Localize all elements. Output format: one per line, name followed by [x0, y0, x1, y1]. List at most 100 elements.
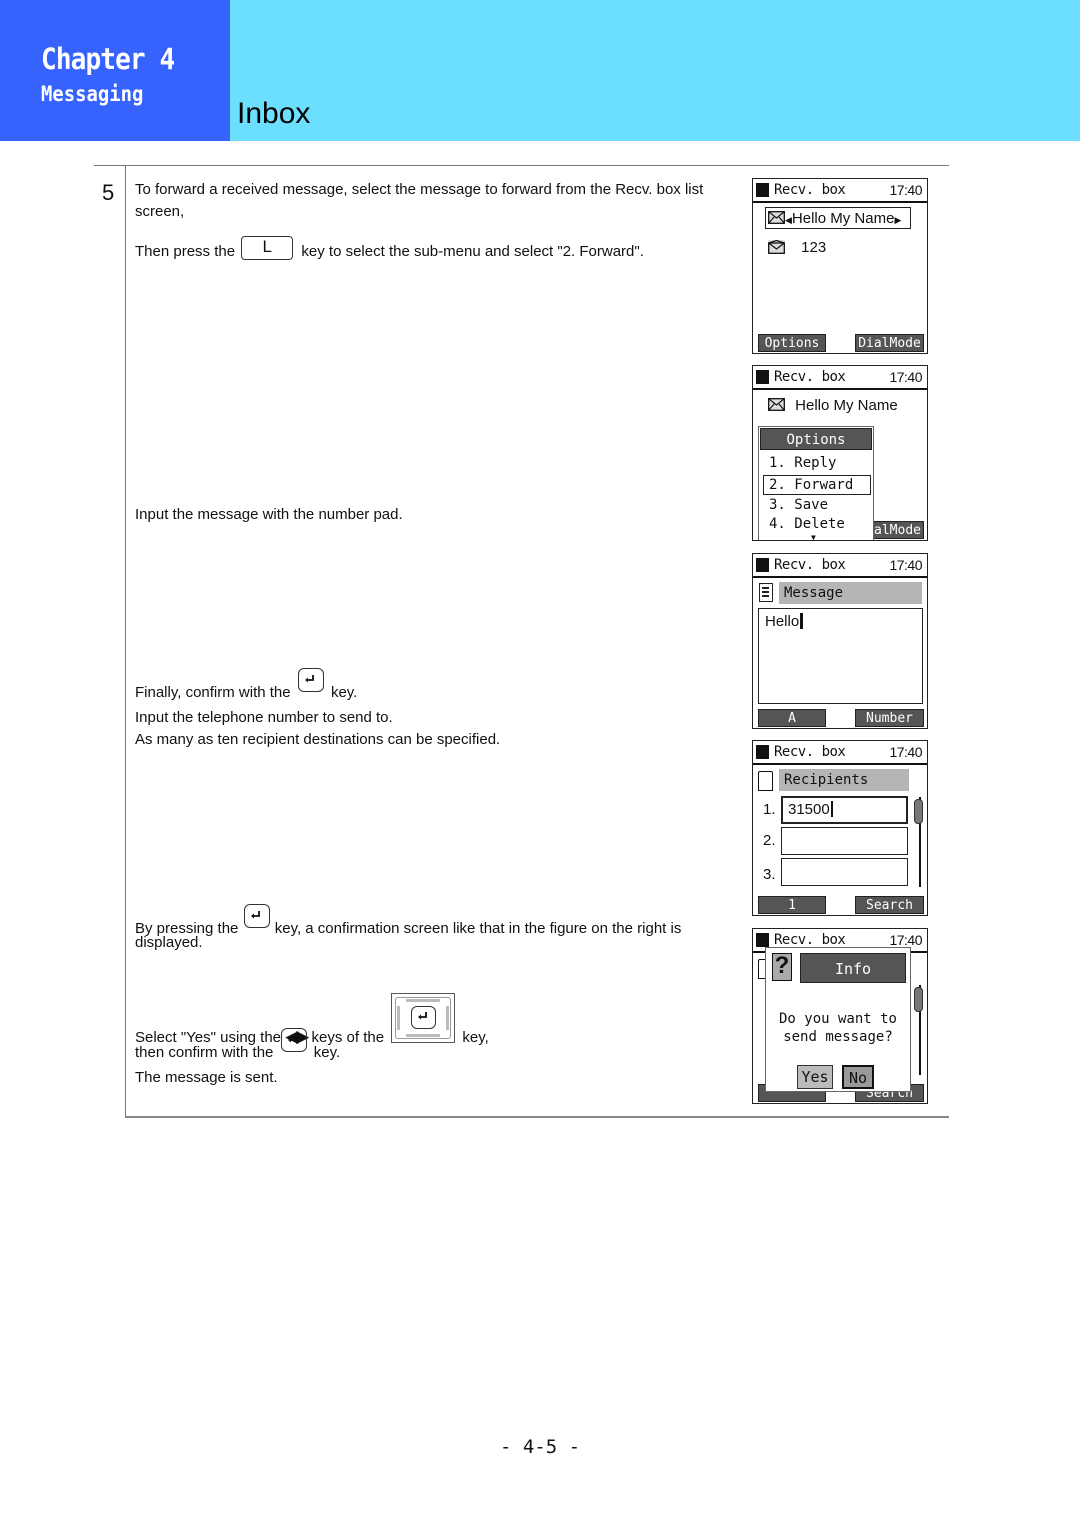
screen-time: 17:40 [889, 932, 922, 948]
document-icon [759, 583, 773, 602]
instruction-submenu: Then press the L key to select the sub-m… [135, 236, 644, 266]
instruction-sent: The message is sent. [135, 1069, 278, 1086]
softkey-count[interactable]: 1 [758, 896, 826, 914]
softkey-number[interactable]: Number [855, 709, 924, 727]
screen-title-bar: Recv. box 17:40 [753, 554, 927, 578]
dialog-message-line1: Do you want to [778, 1011, 897, 1027]
table-divider [125, 166, 126, 1117]
enter-key-icon [243, 904, 270, 928]
text-fragment: Finally, confirm with the [135, 684, 291, 701]
screen-time: 17:40 [889, 744, 922, 760]
screen-title-bar: Recv. box 17:40 [753, 179, 927, 203]
text-fragment: then confirm with the [135, 1044, 274, 1061]
options-menu: Options 1. Reply 2. Forward 3. Save 4. D… [758, 426, 874, 540]
screen-title: Recv. box [774, 932, 846, 948]
scrollbar-thumb[interactable] [914, 987, 923, 1012]
screen-title-bar: Recv. box 17:40 [753, 741, 927, 765]
scrollbar-thumb[interactable] [914, 799, 923, 824]
table-bottom-rule [125, 1116, 949, 1118]
menu-item-delete[interactable]: 4. Delete [769, 516, 845, 532]
menu-item-save[interactable]: 3. Save [769, 497, 828, 513]
envelope-icon [768, 211, 785, 224]
signal-block-icon [756, 183, 769, 197]
navigation-key-icon [391, 993, 456, 1043]
enter-key-icon [280, 1028, 307, 1052]
instruction-confirmation-screen: By pressing the key, a confirmation scre… [135, 904, 682, 940]
softkey-dialmode[interactable]: DialMode [855, 334, 924, 352]
instruction-confirm: Finally, confirm with the key. [135, 668, 358, 704]
section-banner [230, 0, 1080, 141]
message-subject: Hello My Name [795, 397, 898, 414]
softkey-search[interactable]: Search [855, 896, 924, 914]
text-fragment: key. [313, 1044, 341, 1061]
dialog-message-line2: send message? [783, 1029, 893, 1045]
signal-block-icon [756, 745, 769, 759]
instruction-confirm-send: then confirm with the key. [135, 1028, 341, 1064]
softkey-input-mode[interactable]: A [758, 709, 826, 727]
instruction-input-number: Input the telephone number to send to. [135, 709, 393, 726]
recipients-header: Recipients [779, 769, 909, 791]
phone-screen-recipients: Recv. box 17:40 Recipients 1. 31500 2. 3… [752, 740, 928, 916]
section-title: Inbox [237, 97, 311, 130]
page-number: - 4-5 - [499, 1436, 581, 1458]
info-dialog: ? Info Do you want to send message? Yes … [765, 947, 911, 1092]
screen-title: Recv. box [774, 369, 846, 385]
text-fragment: Then press the [135, 243, 236, 260]
opened-envelope-icon [768, 240, 785, 254]
text-fragment: key, a confirmation screen like that in … [274, 920, 682, 937]
screen-title: Recv. box [774, 182, 846, 198]
options-menu-title: Options [760, 428, 872, 450]
text-fragment: key to select the sub-menu and select "2… [301, 243, 644, 260]
message-text: Hello [765, 613, 803, 630]
signal-block-icon [756, 370, 769, 384]
no-button[interactable]: No [842, 1065, 874, 1089]
table-top-rule [94, 165, 949, 166]
text-fragment: key. [330, 684, 358, 701]
scroll-down-icon[interactable]: ▼ [811, 533, 816, 540]
step-number: 5 [102, 180, 115, 205]
message-list-item[interactable]: 123 [768, 239, 826, 256]
menu-item-forward[interactable]: 2. Forward [769, 477, 853, 493]
message-subject: Hello My Name [791, 210, 895, 227]
phone-screen-send-confirmation: Recv. box 17:40 Search ? Info Do you wan… [752, 928, 928, 1104]
text-cursor [830, 801, 834, 817]
recipient-number-label: 3. [763, 866, 776, 883]
message-header: Message [779, 582, 922, 604]
phonebook-icon [758, 771, 773, 791]
screen-time: 17:40 [889, 369, 922, 385]
instruction-forward-cont: screen, [135, 203, 185, 220]
phone-screen-message-input: Recv. box 17:40 Message Hello A Number [752, 553, 928, 729]
softkey-options[interactable]: Options [758, 334, 826, 352]
dialog-title: Info [800, 953, 906, 983]
enter-key-icon [297, 668, 324, 692]
signal-block-icon [756, 933, 769, 947]
chapter-banner: Chapter 4 Messaging [0, 0, 230, 141]
screen-time: 17:40 [889, 182, 922, 198]
chapter-title: Chapter 4 [41, 42, 175, 76]
screen-title-bar: Recv. box 17:40 [753, 366, 927, 390]
message-text-area[interactable]: Hello [758, 608, 923, 704]
envelope-icon [768, 398, 785, 411]
recipient-input-2[interactable] [781, 827, 908, 855]
recipient-number-label: 1. [763, 801, 776, 818]
recipient-input-1[interactable]: 31500 [781, 796, 908, 824]
yes-button[interactable]: Yes [797, 1065, 833, 1089]
instruction-confirmation-cont: displayed. [135, 934, 203, 951]
chapter-subtitle: Messaging [41, 82, 144, 106]
menu-item-reply[interactable]: 1. Reply [769, 455, 836, 471]
signal-block-icon [756, 558, 769, 572]
instruction-recipients-limit: As many as ten recipient destinations ca… [135, 731, 501, 748]
phone-screen-options-menu: Recv. box 17:40 Hello My Name alMode Opt… [752, 365, 928, 541]
message-list-item[interactable]: ◀Hello My Name▶ [768, 210, 901, 227]
text-cursor [800, 613, 803, 629]
l-key-icon: L [241, 236, 294, 260]
instruction-input-message: Input the message with the number pad. [135, 506, 403, 523]
recipient-number-label: 2. [763, 832, 776, 849]
screen-title: Recv. box [774, 744, 846, 760]
recipient-input-3[interactable] [781, 858, 908, 886]
screen-time: 17:40 [889, 557, 922, 573]
question-icon: ? [772, 953, 792, 981]
text-fragment: key, [462, 1029, 489, 1046]
message-list-item[interactable]: Hello My Name [768, 397, 898, 414]
message-subject: 123 [801, 239, 827, 256]
